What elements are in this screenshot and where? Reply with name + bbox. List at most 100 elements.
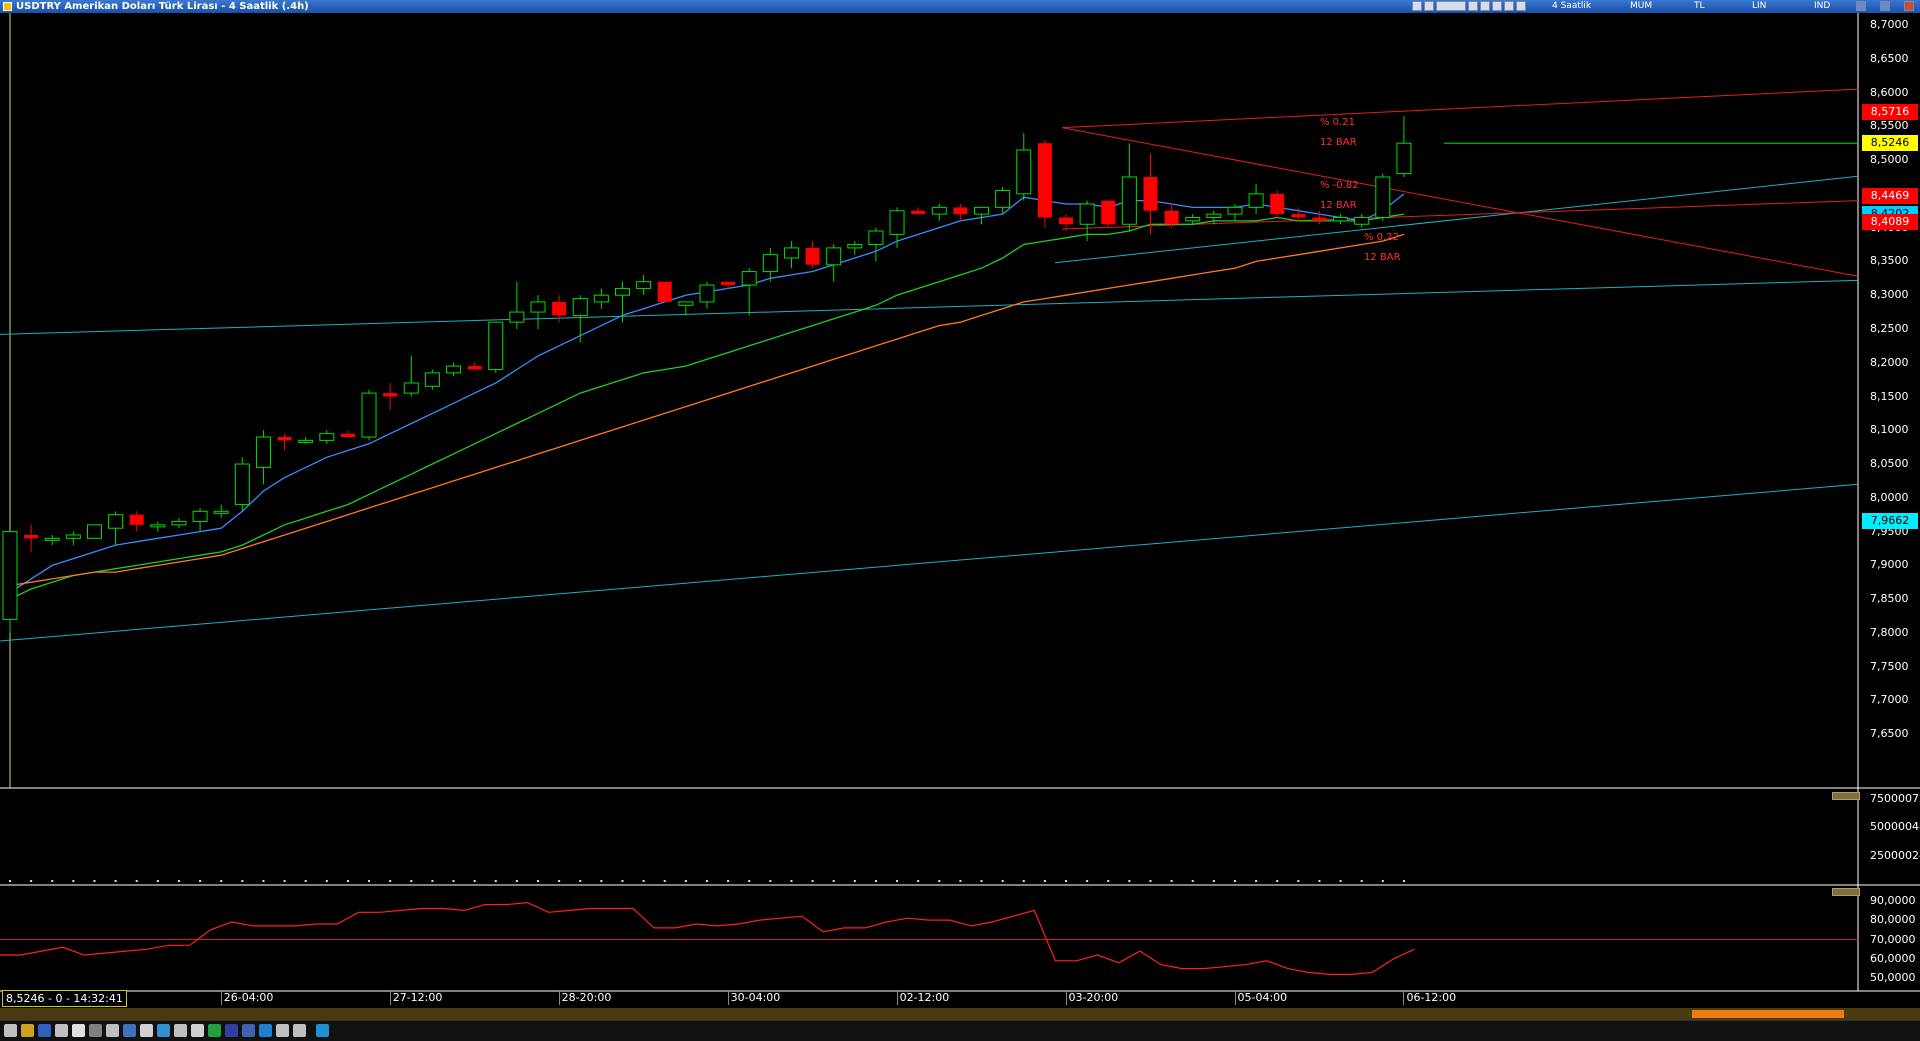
minimize-button[interactable] <box>1856 1 1866 11</box>
toolbar-action-icon[interactable] <box>208 1024 221 1037</box>
toolbar-action-icon[interactable] <box>174 1024 187 1037</box>
time-tick <box>727 991 729 1005</box>
oscillator-pane-controls[interactable] <box>1832 888 1860 896</box>
symbol-tool-icon[interactable] <box>1424 1 1434 11</box>
volume-dot <box>1212 880 1215 882</box>
volume-dot <box>1001 880 1004 882</box>
toolbar-action-icon[interactable] <box>316 1024 329 1037</box>
candle-up <box>636 281 652 289</box>
ma-mid-line <box>9 213 1405 600</box>
candle-down <box>552 301 567 316</box>
oscillator-tick-label: 60,0000 <box>1870 951 1916 965</box>
toolbar-action-icon[interactable] <box>276 1024 289 1037</box>
candle-up <box>572 298 588 316</box>
chart-type-selector[interactable]: MUM <box>1630 0 1652 13</box>
chart-area[interactable] <box>0 13 1920 1008</box>
price-tag: 8,4089 <box>1862 213 1918 230</box>
volume-dot <box>959 880 962 882</box>
scroll-bar[interactable] <box>0 1008 1920 1020</box>
currency-selector[interactable]: TL <box>1694 0 1705 13</box>
time-tick <box>1403 991 1405 1005</box>
volume-dot <box>1191 880 1194 882</box>
volume-dot <box>51 880 54 882</box>
volume-dot <box>769 880 772 882</box>
candle-up <box>424 372 440 387</box>
price-tick-label: 7,8000 <box>1870 625 1909 639</box>
time-tick <box>558 991 560 1005</box>
toolbar-action-icon[interactable] <box>191 1024 204 1037</box>
volume-dot <box>1149 880 1152 882</box>
oscillator-tick-label: 50,0000 <box>1870 971 1916 985</box>
toolbar-action-icon[interactable] <box>21 1024 34 1037</box>
volume-dot <box>642 880 645 882</box>
candle-up <box>234 463 250 506</box>
annotation-bars: 12 BAR <box>1320 200 1357 211</box>
chart-tool-icon[interactable] <box>1412 1 1422 11</box>
candle-up <box>1396 142 1412 175</box>
annotation-bars: 12 BAR <box>1364 252 1401 263</box>
grid-tool-icon[interactable] <box>1468 1 1478 11</box>
volume-dot <box>705 880 708 882</box>
volume-pane-controls[interactable] <box>1832 792 1860 800</box>
toolbar-action-icon[interactable] <box>157 1024 170 1037</box>
candle-up <box>403 382 419 394</box>
pencil-tool-icon[interactable] <box>1492 1 1502 11</box>
price-tick-label: 7,7000 <box>1870 693 1909 707</box>
settings-tool-icon[interactable] <box>1516 1 1526 11</box>
candle-up <box>361 392 377 438</box>
timeframe-selector[interactable]: 4 Saatlik <box>1552 0 1591 13</box>
price-tag: 8,5716 <box>1862 103 1918 120</box>
candle-down <box>1037 143 1052 218</box>
oscillator-tick-label: 80,0000 <box>1870 913 1916 927</box>
toolbar-action-icon[interactable] <box>38 1024 51 1037</box>
volume-dot <box>579 880 582 882</box>
candle-down <box>953 207 968 215</box>
toolbar-action-icon[interactable] <box>106 1024 119 1037</box>
toolbar-action-icon[interactable] <box>55 1024 68 1037</box>
toolbar-action-icon[interactable] <box>242 1024 255 1037</box>
volume-dot <box>9 880 11 882</box>
volume-dot <box>1297 880 1300 882</box>
volume-dot <box>515 880 518 882</box>
time-tick <box>220 991 222 1005</box>
time-tick <box>896 991 898 1005</box>
time-tick-label: 06-12:00 <box>1406 991 1457 1004</box>
forex-tool-icon[interactable] <box>1436 1 1466 11</box>
volume-dot <box>1128 880 1131 882</box>
scroll-thumb[interactable] <box>1692 1010 1844 1018</box>
candle-down <box>340 433 355 438</box>
price-tag: 8,4469 <box>1862 187 1918 204</box>
candle-up <box>1206 213 1222 219</box>
volume-dot <box>431 880 434 882</box>
candle-up <box>847 244 863 249</box>
candle-down <box>129 514 144 525</box>
toolbar-action-icon[interactable] <box>123 1024 136 1037</box>
draw-tool-icon[interactable] <box>1480 1 1490 11</box>
volume-dot <box>853 880 856 882</box>
close-button[interactable] <box>1904 1 1914 11</box>
title-bar: USDTRY Amerikan Doları Türk Lirası - 4 S… <box>0 0 1920 13</box>
candle-up <box>826 247 842 266</box>
toolbar-action-icon[interactable] <box>72 1024 85 1037</box>
scale-selector[interactable]: LIN <box>1752 0 1766 13</box>
maximize-button[interactable] <box>1880 1 1890 11</box>
toolbar-action-icon[interactable] <box>225 1024 238 1037</box>
volume-dot <box>325 880 328 882</box>
annotation-bars: 12 BAR <box>1320 137 1357 148</box>
app-icon <box>3 2 12 11</box>
toolbar-action-icon[interactable] <box>259 1024 272 1037</box>
toolbar-action-icon[interactable] <box>140 1024 153 1037</box>
volume-dot <box>1381 880 1384 882</box>
toolbar-action-icon[interactable] <box>89 1024 102 1037</box>
indicator-selector[interactable]: IND <box>1814 0 1830 13</box>
resistance-line <box>1061 88 1859 129</box>
volume-dot <box>220 880 223 882</box>
toolbar-action-icon[interactable] <box>293 1024 306 1037</box>
toolbar-action-icon[interactable] <box>4 1024 17 1037</box>
volume-dot <box>663 880 666 882</box>
channel-upper-line <box>0 279 1859 335</box>
zoom-tool-icon[interactable] <box>1504 1 1514 11</box>
candle-down <box>1312 217 1327 221</box>
candle-up <box>1333 217 1349 222</box>
candle-up <box>741 271 757 286</box>
